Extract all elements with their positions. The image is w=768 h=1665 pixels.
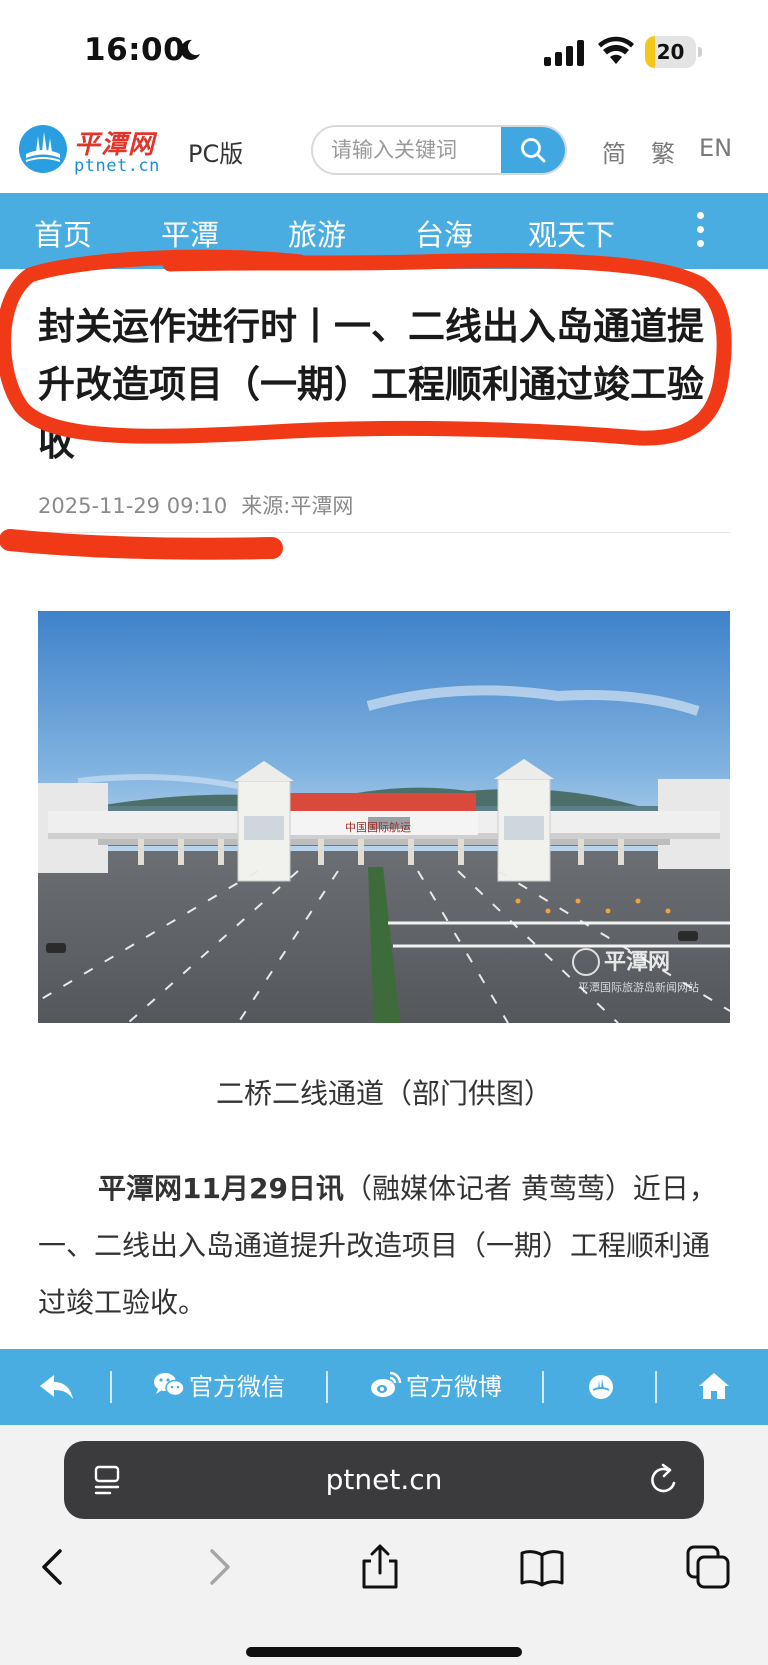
address-bar[interactable]: ptnet.cn: [64, 1441, 704, 1519]
reply-arrow-icon: [40, 1375, 73, 1399]
main-nav: 首页 平潭 旅游 台海 观天下: [0, 193, 768, 269]
nav-item-world[interactable]: 观天下: [528, 212, 615, 254]
photo-caption: 二桥二线通道（部门供图）: [215, 1077, 552, 1110]
logo-text-en: ptnet.cn: [74, 156, 160, 176]
share-icon[interactable]: [356, 1543, 404, 1591]
browser-chrome: ptnet.cn: [0, 1425, 768, 1665]
article-title: 封关运作进行时丨一、二线出入岛通道提升改造项目（一期）工程顺利通过竣工验收: [38, 305, 704, 464]
more-menu-icon[interactable]: [690, 209, 710, 253]
battery-percent: 20: [656, 40, 685, 64]
weibo-icon: [371, 1371, 402, 1397]
share-bar: 官方微信 官方微博: [0, 1349, 768, 1425]
wifi-icon: [598, 36, 634, 64]
nav-item-pingtan[interactable]: 平潭: [161, 212, 219, 254]
battery-indicator: 20: [645, 36, 702, 68]
lang-simplified-link[interactable]: 简: [602, 134, 626, 169]
lang-traditional-link[interactable]: 繁: [651, 134, 675, 169]
status-bar: 16:00 20: [0, 0, 768, 100]
nav-item-taiwan-strait[interactable]: 台海: [415, 212, 473, 254]
pc-version-link[interactable]: PC版: [188, 134, 243, 169]
url-text: ptnet.cn: [325, 1463, 443, 1496]
photo-watermark: 平潭网: [604, 950, 670, 975]
search-button[interactable]: [501, 127, 565, 173]
site-logo-button[interactable]: [588, 1349, 616, 1425]
search-input[interactable]: [331, 127, 501, 173]
weibo-link[interactable]: 官方微博: [370, 1349, 530, 1425]
article-photo: 中国国际航运 平潭网 平潭国际旅游岛新闻网站: [38, 611, 730, 1023]
share-separator: [326, 1371, 328, 1403]
photo-building-sign: 中国国际航运: [345, 820, 411, 834]
wechat-label: 官方微信: [189, 1373, 285, 1401]
back-button[interactable]: [40, 1349, 76, 1425]
nav-item-home[interactable]: 首页: [34, 212, 92, 254]
home-button[interactable]: [698, 1349, 730, 1425]
nav-item-travel[interactable]: 旅游: [288, 212, 346, 254]
article-date: 2025-11-29 09:10: [38, 494, 228, 518]
home-icon: [699, 1373, 729, 1399]
site-logo[interactable]: 平潭网 ptnet.cn: [18, 122, 168, 178]
share-separator: [110, 1371, 112, 1403]
weibo-label: 官方微博: [406, 1373, 502, 1401]
lang-english-link[interactable]: EN: [699, 134, 732, 162]
wechat-icon: [154, 1373, 185, 1397]
status-time: 16:00: [84, 32, 186, 68]
browser-forward-icon[interactable]: [194, 1543, 242, 1591]
home-indicator: [246, 1647, 522, 1657]
article-source: 来源:平潭网: [241, 494, 354, 518]
search-box: [311, 125, 567, 175]
article-lead: 平潭网11月29日讯: [98, 1172, 344, 1205]
search-icon: [521, 138, 546, 163]
browser-back-icon[interactable]: [30, 1543, 78, 1591]
divider: [38, 532, 730, 533]
reload-icon[interactable]: [648, 1463, 680, 1497]
photo-watermark-sub: 平潭国际旅游岛新闻网站: [578, 980, 699, 994]
share-separator: [655, 1371, 657, 1403]
share-separator: [542, 1371, 544, 1403]
wechat-link[interactable]: 官方微信: [153, 1349, 303, 1425]
article-meta: 2025-11-29 09:10 来源:平潭网: [38, 490, 353, 520]
logo-mark-icon: [19, 125, 67, 173]
logo-icon: [589, 1375, 613, 1399]
tabs-icon[interactable]: [684, 1543, 732, 1591]
article-body: 平潭网11月29日讯（融媒体记者 黄莺莺）近日，一、二线出入岛通道提升改造项目（…: [38, 1160, 732, 1331]
moon-icon: [180, 39, 200, 60]
site-header: 平潭网 ptnet.cn PC版 简 繁 EN: [0, 112, 768, 192]
bookmarks-icon[interactable]: [518, 1543, 566, 1591]
cellular-signal-icon: [544, 40, 584, 66]
